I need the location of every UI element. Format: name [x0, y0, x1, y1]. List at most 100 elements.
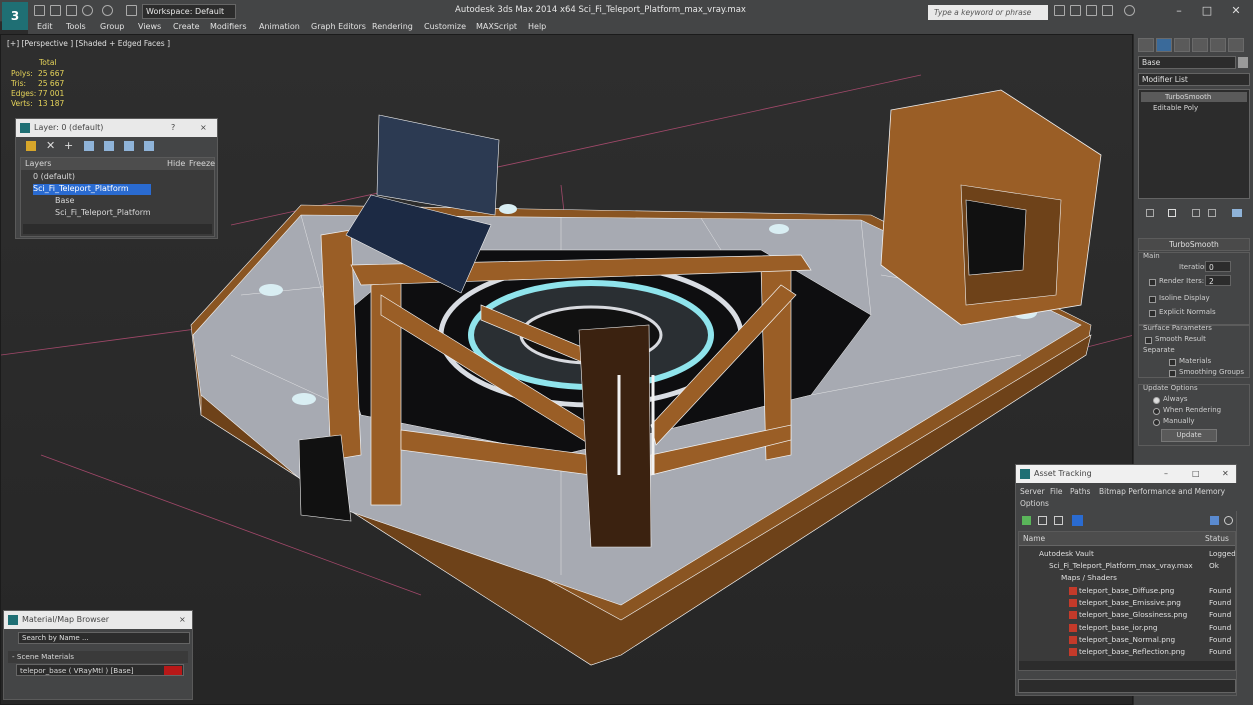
new-layer-icon[interactable] [26, 141, 36, 151]
table-view-icon[interactable] [1072, 515, 1083, 526]
material-close-button[interactable]: × [179, 611, 186, 629]
menu-rendering[interactable]: Rendering [372, 22, 413, 31]
table-row[interactable]: Maps / Shaders [1023, 572, 1235, 584]
thumbnail-view-icon[interactable] [1054, 516, 1063, 525]
asset-close-button[interactable]: ✕ [1222, 465, 1229, 483]
asset-minimize-button[interactable]: – [1164, 465, 1168, 483]
asset-menu-file[interactable]: File [1050, 487, 1063, 496]
menu-animation[interactable]: Animation [259, 22, 300, 31]
undo-icon[interactable] [82, 5, 93, 16]
asset-menu-bitmap[interactable]: Bitmap Performance and Memory [1099, 487, 1225, 496]
menu-tools[interactable]: Tools [66, 22, 86, 31]
layer-row[interactable]: Base [55, 196, 165, 207]
material-search-input[interactable]: Search by Name ... [18, 632, 190, 644]
help-button[interactable]: ? [171, 119, 175, 137]
list-view-icon[interactable] [1038, 516, 1047, 525]
col-freeze[interactable]: Freeze [189, 159, 215, 168]
workspace-dropdown[interactable]: Workspace: Default [142, 4, 236, 19]
maximize-button[interactable]: □ [1193, 3, 1221, 19]
stack-item-editable-poly[interactable]: Editable Poly [1141, 103, 1247, 113]
layer-row[interactable]: Sci_Fi_Teleport_Platform [55, 208, 175, 219]
hide-all-icon[interactable] [124, 141, 134, 151]
binoculars-icon[interactable] [1054, 5, 1065, 16]
asset-maximize-button[interactable]: □ [1192, 465, 1200, 483]
menu-help[interactable]: Help [528, 22, 546, 31]
table-row[interactable]: Sci_Fi_Teleport_Platform_max_vray.max Ok [1023, 560, 1235, 572]
material-item[interactable]: telepor_base ( VRayMtl ) [Base] [16, 664, 184, 676]
explicit-normals-checkbox[interactable] [1149, 310, 1156, 317]
object-color-swatch[interactable] [1238, 57, 1248, 68]
app-logo-icon[interactable]: 3 [2, 2, 28, 30]
layer-scrollbar[interactable] [23, 224, 212, 234]
modifier-list-dropdown[interactable]: Modifier List [1138, 73, 1250, 86]
table-row[interactable]: teleport_base_Normal.png Found [1023, 634, 1235, 646]
make-unique-icon[interactable] [1192, 209, 1200, 217]
remove-modifier-icon[interactable] [1208, 209, 1216, 217]
isoline-display-checkbox[interactable] [1149, 296, 1156, 303]
turbosmooth-rollout[interactable]: TurboSmooth [1138, 238, 1250, 251]
modify-tab-icon[interactable] [1156, 38, 1172, 52]
asset-path-field[interactable] [1018, 679, 1236, 693]
table-row[interactable]: teleport_base_Emissive.png Found [1023, 597, 1235, 609]
manually-radio[interactable] [1153, 419, 1160, 426]
asset-menu-options[interactable]: Options [1020, 499, 1049, 508]
redo-icon[interactable] [102, 5, 113, 16]
smooth-result-checkbox[interactable] [1145, 337, 1152, 344]
materials-checkbox[interactable] [1169, 359, 1176, 366]
layer-row[interactable]: 0 (default) [33, 172, 163, 183]
create-tab-icon[interactable] [1138, 38, 1154, 52]
motion-tab-icon[interactable] [1192, 38, 1208, 52]
stack-item-turbosmooth[interactable]: TurboSmooth [1141, 92, 1247, 102]
new-file-icon[interactable] [34, 5, 45, 16]
highlight-layer-icon[interactable] [104, 141, 114, 151]
viewport-label[interactable]: [+] [Perspective ] [Shaded + Edged Faces… [7, 39, 170, 48]
layer-row-selected[interactable]: Sci_Fi_Teleport_Platform [33, 184, 151, 195]
project-folder-icon[interactable] [126, 5, 137, 16]
table-row[interactable]: teleport_base_Glossiness.png Found [1023, 609, 1235, 621]
pin-stack-icon[interactable] [1146, 209, 1154, 217]
select-objects-icon[interactable] [84, 141, 94, 151]
show-end-result-icon[interactable] [1168, 209, 1176, 217]
configure-sets-icon[interactable] [1232, 209, 1242, 217]
settings-icon[interactable] [1224, 516, 1233, 525]
table-row[interactable]: Autodesk VaultLogged O [1023, 548, 1235, 560]
update-button[interactable]: Update [1161, 429, 1217, 442]
refresh-icon[interactable] [1022, 516, 1031, 525]
col-name[interactable]: Name [1023, 532, 1045, 546]
object-name-field[interactable]: Base [1138, 56, 1236, 69]
always-radio[interactable] [1153, 397, 1160, 404]
render-iters-spinner[interactable]: 2 [1205, 275, 1231, 286]
menu-customize[interactable]: Customize [424, 22, 466, 31]
table-row[interactable]: teleport_base_ior.png Found [1023, 622, 1235, 634]
menu-graph-editors[interactable]: Graph Editors [311, 22, 366, 31]
freeze-all-icon[interactable] [144, 141, 154, 151]
asset-menu-paths[interactable]: Paths [1070, 487, 1090, 496]
col-hide[interactable]: Hide [167, 159, 185, 168]
smoothing-groups-checkbox[interactable] [1169, 370, 1176, 377]
col-status[interactable]: Status [1205, 532, 1229, 546]
table-row[interactable]: teleport_base_Diffuse.png Found [1023, 585, 1235, 597]
when-rendering-radio[interactable] [1153, 408, 1160, 415]
menu-maxscript[interactable]: MAXScript [476, 22, 517, 31]
star-icon[interactable] [1102, 5, 1113, 16]
exchange-icon[interactable] [1086, 5, 1097, 16]
tools-icon[interactable] [1070, 5, 1081, 16]
menu-edit[interactable]: Edit [37, 22, 53, 31]
add-to-layer-icon[interactable]: + [64, 139, 73, 152]
col-layers[interactable]: Layers [25, 159, 51, 168]
hierarchy-tab-icon[interactable] [1174, 38, 1190, 52]
help-icon[interactable] [1124, 5, 1135, 16]
search-input[interactable]: Type a keyword or phrase [928, 5, 1048, 20]
minimize-button[interactable]: – [1165, 3, 1193, 19]
scene-materials-header[interactable]: - Scene Materials [8, 651, 188, 663]
menu-views[interactable]: Views [138, 22, 161, 31]
menu-group[interactable]: Group [100, 22, 124, 31]
iterations-spinner[interactable]: 0 [1205, 261, 1231, 272]
menu-create[interactable]: Create [173, 22, 200, 31]
save-icon[interactable] [66, 5, 77, 16]
open-file-icon[interactable] [50, 5, 61, 16]
utilities-tab-icon[interactable] [1228, 38, 1244, 52]
render-iters-checkbox[interactable] [1149, 279, 1156, 286]
display-tab-icon[interactable] [1210, 38, 1226, 52]
asset-menu-server[interactable]: Server [1020, 487, 1045, 496]
